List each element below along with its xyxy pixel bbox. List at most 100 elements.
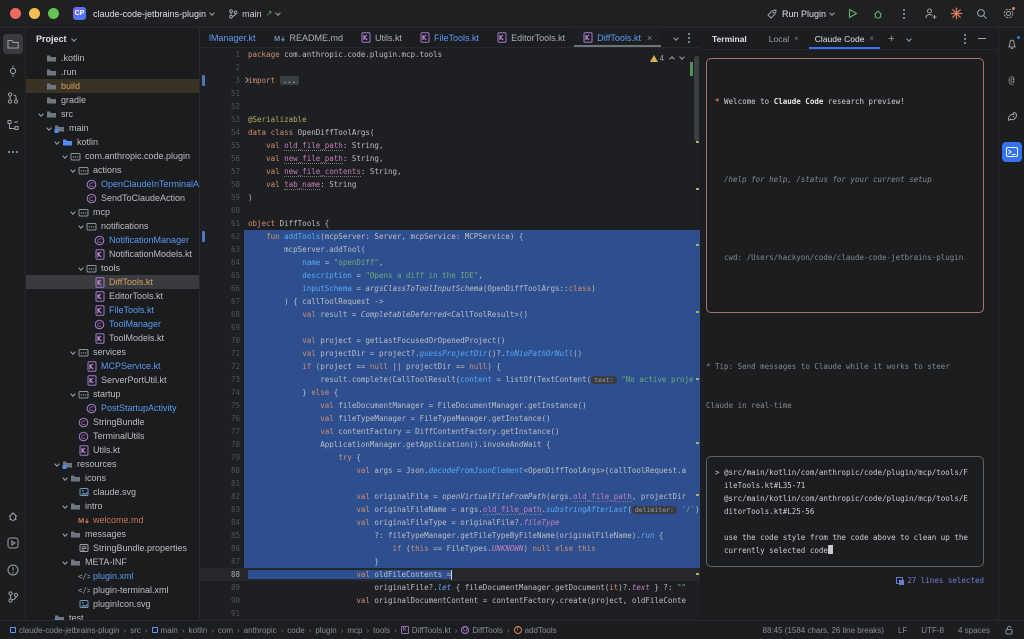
tree-item-difftools-kt[interactable]: DiffTools.kt xyxy=(26,275,199,289)
terminal-tab-dropdown[interactable] xyxy=(901,28,917,49)
breadcrumb-item[interactable]: com xyxy=(218,626,233,635)
tree-item-gradle[interactable]: gradle xyxy=(26,93,199,107)
tree-item-build[interactable]: build xyxy=(26,79,199,93)
code-line-82[interactable]: 82 val originalFile = openVirtualFileFro… xyxy=(200,490,700,503)
expand-chevron-icon[interactable] xyxy=(78,265,84,271)
code-line-64[interactable]: 64 name = "openDiff", xyxy=(200,256,700,269)
terminal-tab-local[interactable]: Local× xyxy=(761,28,807,49)
breadcrumb-item[interactable]: code xyxy=(287,626,304,635)
tree-item-services[interactable]: services xyxy=(26,345,199,359)
file-encoding[interactable]: UTF-8 xyxy=(921,626,944,635)
project-panel-header[interactable]: Project xyxy=(26,28,199,50)
tree-item--kotlin[interactable]: .kotlin xyxy=(26,51,199,65)
expand-chevron-icon[interactable] xyxy=(62,559,68,565)
indent-style[interactable]: 4 spaces xyxy=(958,626,990,635)
lock-icon[interactable] xyxy=(1004,625,1014,635)
breadcrumb-item[interactable]: mcp xyxy=(347,626,362,635)
code-line-53[interactable]: 53@Serializable xyxy=(200,113,700,126)
tree-item-resources[interactable]: resources xyxy=(26,457,199,471)
code-line-66[interactable]: 66 inputSchema = argsClassToToolInputSch… xyxy=(200,282,700,295)
tree-item-filetools-kt[interactable]: FileTools.kt xyxy=(26,303,199,317)
new-terminal-tab-button[interactable]: + xyxy=(882,28,900,49)
tree-item-sendtoclaudeaction[interactable]: CSendToClaudeAction xyxy=(26,191,199,205)
tree-item-test[interactable]: test xyxy=(26,611,199,620)
code-line-68[interactable]: 68 val result = CompletableDeferred<Call… xyxy=(200,308,700,321)
code-line-51[interactable]: 51 xyxy=(200,87,700,100)
structure-icon[interactable] xyxy=(3,115,23,135)
next-problem-icon[interactable] xyxy=(679,54,685,60)
tree-item-mcpservice-kt[interactable]: MCPService.kt xyxy=(26,359,199,373)
tree-item-icons[interactable]: icons xyxy=(26,471,199,485)
code-line-73[interactable]: 73 result.complete(CallToolResult(conten… xyxy=(200,373,700,386)
tree-item-utils-kt[interactable]: Utils.kt xyxy=(26,443,199,457)
code-line-84[interactable]: 84 val originalFileType = originalFile?.… xyxy=(200,516,700,529)
close-tab-icon[interactable]: × xyxy=(794,34,799,43)
editor-tab-lmanager-kt[interactable]: lManager.kt xyxy=(200,28,265,47)
run-configuration-selector[interactable]: Run Plugin xyxy=(766,8,834,20)
expand-chevron-icon[interactable] xyxy=(62,531,68,537)
breadcrumb-item[interactable]: anthropic xyxy=(244,626,277,635)
tree-item-welcome-md[interactable]: Mwelcome.md xyxy=(26,513,199,527)
expand-chevron-icon[interactable] xyxy=(62,153,68,159)
code-line-61[interactable]: 61object DiffTools { xyxy=(200,217,700,230)
breadcrumb-item[interactable]: claude-code-jetbrains-plugin xyxy=(10,626,120,635)
code-line-90[interactable]: 90 val originalDocumentContent = content… xyxy=(200,594,700,607)
code-line-70[interactable]: 70 val project = getLastFocusedOrOpenedP… xyxy=(200,334,700,347)
ai-assistant-icon[interactable]: @ xyxy=(1002,70,1022,90)
code-line-71[interactable]: 71 val projectDir = project?.guessProjec… xyxy=(200,347,700,360)
git-branch-icon[interactable] xyxy=(3,587,23,607)
editor-scrollbar[interactable] xyxy=(694,56,699,141)
code-line-89[interactable]: 89 originalFile?.let { fileDocumentManag… xyxy=(200,581,700,594)
tree-item-serverportutil-kt[interactable]: ServerPortUtil.kt xyxy=(26,373,199,387)
code-line-69[interactable]: 69 xyxy=(200,321,700,334)
settings-button[interactable] xyxy=(1000,6,1016,22)
tree-item-pluginicon-svg[interactable]: pluginIcon.svg xyxy=(26,597,199,611)
problems-icon[interactable] xyxy=(3,560,23,580)
editor-tab-editortools-kt[interactable]: EditorTools.kt xyxy=(488,28,574,47)
expand-chevron-icon[interactable] xyxy=(38,111,44,117)
tree-item-actions[interactable]: actions xyxy=(26,163,199,177)
tab-options-icon[interactable] xyxy=(688,37,690,39)
tree-item-plugin-xml[interactable]: </>plugin.xml xyxy=(26,569,199,583)
expand-chevron-icon[interactable] xyxy=(70,349,76,355)
expand-chevron-icon[interactable] xyxy=(62,475,68,481)
tree-item-toolmanager[interactable]: CToolManager xyxy=(26,317,199,331)
terminal-icon[interactable] xyxy=(1002,142,1022,162)
breadcrumb-item[interactable]: ODiffTools xyxy=(461,626,503,635)
terminal-options-icon[interactable] xyxy=(964,38,966,40)
code-line-65[interactable]: 65 description = "Opens a diff in the ID… xyxy=(200,269,700,282)
code-line-78[interactable]: 78 ApplicationManager.getApplication().i… xyxy=(200,438,700,451)
code-line-67[interactable]: 67 ) { callToolRequest -> xyxy=(200,295,700,308)
tree-item-mcp[interactable]: mcp xyxy=(26,205,199,219)
pull-requests-icon[interactable] xyxy=(3,88,23,108)
code-line-77[interactable]: 77 val contentFactory = DiffContentFacto… xyxy=(200,425,700,438)
close-tab-icon[interactable]: × xyxy=(869,34,874,43)
code-line-58[interactable]: 58 val tab_name: String xyxy=(200,178,700,191)
editor-tab-readme-md[interactable]: MREADME.md xyxy=(265,28,353,47)
caret-position[interactable]: 88:45 (1584 chars, 26 line breaks) xyxy=(763,626,884,635)
expand-chevron-icon[interactable] xyxy=(54,139,60,145)
code-editor[interactable]: 4 1package com.anthropic.code.plugin.mcp… xyxy=(200,48,700,620)
tree-item-kotlin[interactable]: kotlin xyxy=(26,135,199,149)
code-line-85[interactable]: 85 ?: fileTypeManager.getFileTypeByFileN… xyxy=(200,529,700,542)
terminal-tab-claude-code[interactable]: Claude Code× xyxy=(807,28,882,49)
tree-item-main[interactable]: main xyxy=(26,121,199,135)
hide-terminal-button[interactable] xyxy=(978,38,986,39)
breadcrumb-item[interactable]: main xyxy=(152,626,178,635)
claude-prompt-input[interactable]: > @src/main/kotlin/com/anthropic/code/pl… xyxy=(706,456,984,567)
gradle-icon[interactable] xyxy=(1002,106,1022,126)
tree-item-intro[interactable]: intro xyxy=(26,499,199,513)
code-line-87[interactable]: 87 } xyxy=(200,555,700,568)
services-icon[interactable] xyxy=(3,533,23,553)
code-line-80[interactable]: 80 val args = Json.decodeFromJsonElement… xyxy=(200,464,700,477)
code-line-59[interactable]: 59) xyxy=(200,191,700,204)
code-line-60[interactable]: 60 xyxy=(200,204,700,217)
tree-item-openclaudeinterminalaction[interactable]: COpenClaudeInTerminalAction xyxy=(26,177,199,191)
tree-item-toolmodels-kt[interactable]: ToolModels.kt xyxy=(26,331,199,345)
code-line-55[interactable]: 55 val old_file_path: String, xyxy=(200,139,700,152)
tree-item-tools[interactable]: tools xyxy=(26,261,199,275)
minimize-window-button[interactable] xyxy=(29,8,40,19)
more-icon[interactable] xyxy=(3,142,23,162)
close-tab-icon[interactable]: × xyxy=(647,33,652,43)
code-line-75[interactable]: 75 val fileDocumentManager = FileDocumen… xyxy=(200,399,700,412)
